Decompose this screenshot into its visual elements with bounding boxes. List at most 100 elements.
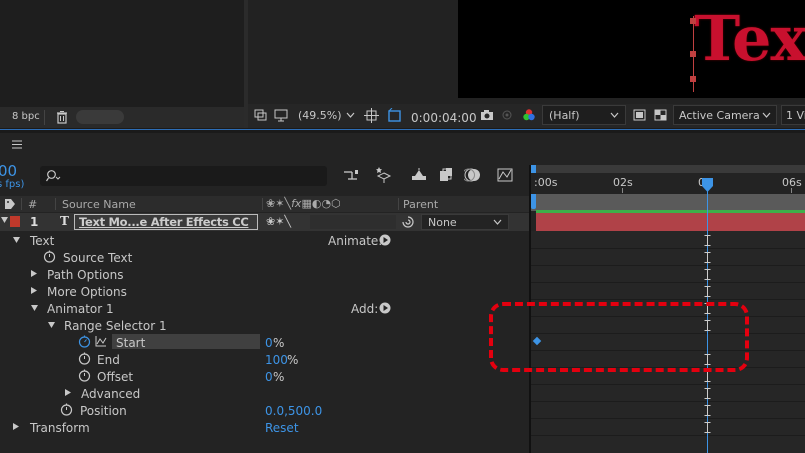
chevron-down-icon	[610, 112, 619, 118]
ruler-tick	[791, 188, 792, 193]
monitor-icon[interactable]	[274, 109, 288, 122]
project-scrollbar[interactable]	[76, 110, 124, 124]
parent-pickwhip-icon[interactable]	[401, 215, 415, 229]
shy-layers-icon[interactable]	[410, 167, 428, 183]
number-column-header[interactable]: #	[28, 198, 37, 211]
trash-icon[interactable]	[55, 110, 69, 124]
animate-label: Animate:	[328, 234, 383, 248]
draft-3d-icon[interactable]	[375, 166, 393, 184]
text-group-label[interactable]: Text	[30, 234, 54, 248]
color-channels-icon[interactable]	[522, 108, 536, 122]
keyframe-marker-icon	[704, 405, 711, 416]
fast-previews-icon[interactable]	[633, 109, 646, 121]
expand-triangle-icon[interactable]	[48, 322, 55, 329]
timeline-menu-icon[interactable]	[12, 140, 22, 149]
start-value[interactable]: 0	[265, 336, 273, 350]
ruler-tick	[622, 188, 623, 193]
end-label[interactable]: End	[97, 353, 120, 367]
expand-triangle-icon[interactable]	[65, 389, 72, 396]
bounds-handle[interactable]	[690, 18, 696, 24]
advanced-label[interactable]: Advanced	[81, 387, 140, 401]
current-time-display[interactable]: 00	[0, 162, 17, 180]
animator-label[interactable]: Animator 1	[47, 302, 114, 316]
project-panel	[0, 0, 244, 107]
transform-label[interactable]: Transform	[30, 421, 90, 435]
resolution-dropdown[interactable]: (Half)	[542, 105, 626, 125]
keyframe-marker-icon	[704, 252, 711, 263]
parent-value: None	[428, 216, 457, 229]
time-ruler[interactable]	[531, 173, 805, 193]
track-separator	[531, 265, 805, 266]
toggle-transparency-icon[interactable]	[654, 109, 667, 121]
expand-triangle-icon[interactable]	[13, 423, 20, 430]
end-value[interactable]: 100	[265, 353, 288, 367]
graph-editor-icon[interactable]	[497, 167, 513, 183]
animate-menu-icon[interactable]	[379, 234, 391, 246]
expand-triangle-icon[interactable]	[13, 237, 20, 244]
expand-triangle-icon[interactable]	[31, 287, 38, 294]
view-layout-dropdown[interactable]: 1 Vi	[781, 105, 805, 125]
keyframe-marker-icon	[704, 371, 711, 382]
track-separator	[531, 401, 805, 402]
switches-column-header[interactable]: ❀✶╲fx▦◐◔⬡	[266, 197, 341, 210]
comp-mini-flowchart-icon[interactable]	[343, 167, 359, 183]
layer-duration-bar[interactable]	[536, 213, 805, 231]
position-value[interactable]: 0.0,500.0	[265, 404, 322, 418]
chevron-down-icon[interactable]	[346, 112, 355, 118]
layer-label-color[interactable]	[10, 216, 20, 227]
path-options-label[interactable]: Path Options	[47, 268, 123, 282]
reset-link[interactable]: Reset	[265, 421, 299, 435]
search-input[interactable]	[40, 166, 327, 186]
layer-start-marker[interactable]	[531, 194, 536, 209]
layer-duration-area	[531, 194, 805, 211]
stopwatch-active-icon[interactable]	[78, 335, 91, 348]
work-area-bar[interactable]	[531, 165, 805, 173]
bounds-handle[interactable]	[690, 51, 696, 57]
timeline-tabbar	[0, 133, 805, 157]
timecode-display[interactable]: 0:00:04:00	[411, 111, 477, 125]
region-of-interest-icon[interactable]	[364, 108, 379, 123]
parent-column-header[interactable]: Parent	[403, 198, 438, 211]
offset-label[interactable]: Offset	[97, 370, 133, 384]
keyframe-marker-icon	[704, 286, 711, 297]
frame-blending-icon[interactable]	[438, 167, 454, 183]
view-layout-value: 1 Vi	[786, 109, 805, 122]
offset-unit: %	[273, 370, 285, 384]
header-divider	[21, 198, 22, 210]
comp-canvas[interactable]: Text	[458, 0, 805, 98]
stopwatch-icon[interactable]	[43, 250, 56, 263]
offset-value[interactable]: 0	[265, 370, 273, 384]
playhead-head[interactable]	[702, 178, 713, 192]
stopwatch-icon[interactable]	[78, 352, 91, 365]
collapse-triangle-icon[interactable]	[1, 217, 8, 225]
source-text-label[interactable]: Source Text	[63, 251, 132, 265]
source-name-column-header[interactable]: Source Name	[62, 198, 136, 211]
add-menu-icon[interactable]	[379, 302, 391, 314]
parent-dropdown[interactable]: None	[421, 214, 509, 230]
stopwatch-icon[interactable]	[60, 403, 73, 416]
graph-toggle-icon[interactable]	[95, 335, 107, 347]
label-column-icon[interactable]	[4, 198, 16, 210]
expand-triangle-icon[interactable]	[31, 305, 38, 312]
motion-blur-icon[interactable]	[464, 167, 482, 183]
show-snapshot-icon[interactable]	[500, 109, 514, 121]
work-area-start-handle[interactable]	[531, 165, 536, 173]
stopwatch-icon[interactable]	[78, 369, 91, 382]
text-layer-type-icon: T	[60, 214, 69, 228]
more-options-label[interactable]: More Options	[47, 285, 127, 299]
snapshot-toggle-icon[interactable]	[254, 109, 268, 122]
transparency-grid-icon[interactable]	[387, 108, 402, 123]
start-unit: %	[273, 336, 285, 350]
track-separator	[531, 435, 805, 436]
zoom-dropdown[interactable]: (49.5%)	[298, 109, 342, 122]
keyframe-marker-icon	[704, 388, 711, 399]
camera-dropdown[interactable]: Active Camera	[673, 105, 777, 125]
position-label[interactable]: Position	[80, 404, 127, 418]
bpc-label[interactable]: 8 bpc	[12, 111, 40, 122]
layer-switches[interactable]: ❀✶╲	[266, 215, 291, 228]
bounds-handle[interactable]	[690, 76, 696, 82]
camera-icon[interactable]	[480, 109, 494, 121]
expand-triangle-icon[interactable]	[31, 270, 38, 277]
range-selector-label[interactable]: Range Selector 1	[64, 319, 167, 333]
camera-value: Active Camera	[679, 109, 760, 122]
